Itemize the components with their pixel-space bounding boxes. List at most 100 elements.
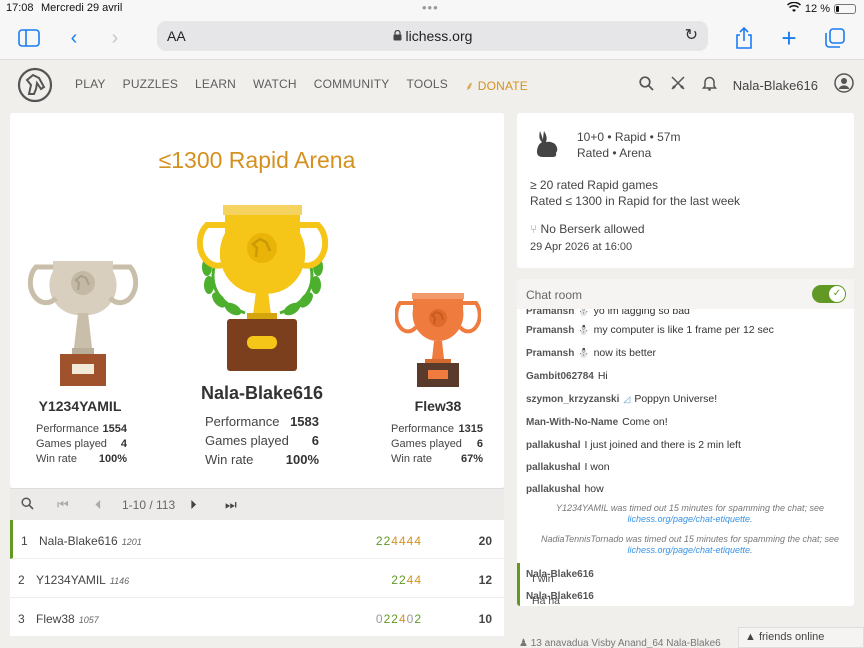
last-page-icon[interactable]: ⏭ bbox=[225, 497, 237, 513]
prev-page-icon[interactable]: ⏴ bbox=[95, 497, 102, 513]
chat-user[interactable]: Pramansh bbox=[526, 325, 574, 336]
back-icon[interactable]: ‹ bbox=[60, 24, 88, 52]
chat-user[interactable]: pallakushal bbox=[526, 440, 580, 451]
nav-learn[interactable]: LEARN bbox=[195, 77, 236, 94]
row-score: 20 bbox=[478, 534, 492, 548]
tournament-title: ≤1300 Rapid Arena bbox=[158, 147, 356, 173]
row-player[interactable]: Y1234YAMIL 1146 bbox=[36, 573, 129, 587]
row-sheet: 2244 bbox=[391, 573, 422, 587]
chat-message: Pramansh ⛄ my computer is like 1 frame per… bbox=[526, 324, 774, 336]
search-icon[interactable] bbox=[639, 75, 654, 96]
url-text: lichess.org bbox=[157, 28, 708, 44]
tournament-info-panel: 10+0 • Rapid • 57m Rated • Arena ≥ 20 ra… bbox=[517, 113, 854, 268]
third-place-stats: Performance 1315 Games played 6 Win rate 67… bbox=[391, 423, 483, 465]
chat-user[interactable]: pallakushal bbox=[526, 484, 580, 495]
row-rank: 2 bbox=[18, 573, 25, 587]
nav-puzzles[interactable]: PUZZLES bbox=[123, 77, 178, 94]
chat-title: Chat room bbox=[526, 288, 583, 302]
sheet-score: 2 bbox=[391, 612, 399, 626]
chat-message: szymon_krzyzanski ◿ Poppyn Universe! bbox=[526, 393, 718, 405]
no-berserk-icon: ⑂ bbox=[530, 222, 538, 236]
berserk-rule: ⑂ No Berserk allowed bbox=[530, 222, 645, 236]
first-page-icon[interactable]: ⏮ bbox=[57, 497, 69, 513]
chat-user[interactable]: Pramansh bbox=[526, 348, 574, 359]
battery-percent: 12 % bbox=[804, 3, 830, 15]
chat-message: pallakushal I just joined and there is 2 … bbox=[526, 439, 741, 451]
sheet-score: 0 bbox=[375, 612, 384, 626]
page-range: 1-10 / 113 bbox=[122, 498, 176, 512]
search-players-icon[interactable] bbox=[21, 497, 34, 513]
lock-icon bbox=[393, 29, 402, 41]
first-place-name[interactable]: Nala-Blake616 bbox=[160, 383, 364, 404]
sidebar-icon[interactable] bbox=[15, 24, 43, 52]
standings-table: 1 Nala-Blake616 1201 224444 20 2 Y1234YAMIL 114… bbox=[10, 520, 504, 637]
sheet-score: 4 bbox=[414, 534, 422, 548]
nav-community[interactable]: COMMUNITY bbox=[314, 77, 390, 94]
row-player[interactable]: Flew38 1057 bbox=[36, 612, 99, 626]
clock: 17:08 bbox=[6, 2, 34, 14]
chat-user[interactable]: szymon_krzyzanski bbox=[526, 394, 619, 405]
gold-trophy-icon bbox=[196, 205, 329, 371]
table-row[interactable]: 1 Nala-Blake616 1201 224444 20 bbox=[10, 520, 504, 559]
chat-message: Gambit062784 Hi bbox=[526, 370, 608, 382]
chat-messages: Pramansh ⛄ yo im lagging so bad Pramansh ⛄ my… bbox=[517, 305, 854, 606]
chat-system-notice: Y1234YAMIL was timed out 15 minutes for … bbox=[556, 503, 824, 524]
row-rank: 3 bbox=[18, 612, 25, 626]
user-menu-name[interactable]: Nala-Blake616 bbox=[733, 78, 818, 93]
chat-etiquette-link[interactable]: lichess.org/page/chat-etiquette bbox=[627, 545, 750, 555]
nav-watch[interactable]: WATCH bbox=[253, 77, 297, 94]
podium-panel: ≤1300 Rapid Arena Y1234YAMIL Performance… bbox=[10, 113, 504, 488]
multitask-dots[interactable]: ••• bbox=[422, 0, 439, 15]
sheet-score: 2 bbox=[414, 612, 422, 626]
reload-icon[interactable]: ↻ bbox=[685, 25, 698, 45]
next-page-icon[interactable]: ⏵ bbox=[190, 497, 197, 513]
chat-message: Pramansh ⛄ now its better bbox=[526, 347, 657, 359]
nav-donate[interactable]: ⸙ DONATE bbox=[465, 77, 545, 94]
browser-toolbar: ‹ › AA lichess.org ↻ + bbox=[0, 18, 864, 60]
wifi-icon bbox=[786, 1, 801, 16]
battery-icon bbox=[834, 4, 856, 14]
avatar-icon[interactable] bbox=[834, 73, 854, 98]
condition-rating: Rated ≤ 1300 in Rapid for the last week bbox=[530, 194, 741, 208]
rated-info: Rated • Arena bbox=[577, 146, 652, 160]
challenge-swords-icon[interactable] bbox=[670, 75, 686, 96]
chat-user[interactable]: Man-With-No-Name bbox=[526, 417, 618, 428]
notification-bell-icon[interactable] bbox=[701, 75, 717, 96]
table-row[interactable]: 3 Flew38 1057 022402 10 bbox=[10, 598, 504, 637]
chat-header: Chat room bbox=[517, 279, 854, 309]
sheet-score: 2 bbox=[375, 534, 384, 548]
rabbit-icon bbox=[537, 131, 558, 157]
third-place-name[interactable]: Flew38 bbox=[388, 398, 488, 414]
date: Mercredi 29 avril bbox=[41, 2, 123, 14]
address-bar[interactable]: AA lichess.org ↻ bbox=[157, 21, 708, 51]
chat-toggle[interactable] bbox=[812, 285, 846, 303]
friends-online-button[interactable]: ▲ friends online bbox=[738, 627, 864, 648]
chat-message-own: Nala-Blake616 I win bbox=[517, 563, 854, 585]
lichess-logo-icon[interactable] bbox=[17, 67, 53, 103]
second-place-name[interactable]: Y1234YAMIL bbox=[30, 398, 130, 414]
caret-up-icon: ▲ bbox=[745, 631, 756, 643]
forward-icon[interactable]: › bbox=[101, 24, 129, 52]
site-header: PLAY PUZZLES LEARN WATCH COMMUNITY TOOLS… bbox=[0, 60, 864, 110]
share-icon[interactable] bbox=[730, 24, 758, 52]
chat-user[interactable]: Gambit062784 bbox=[526, 371, 594, 382]
chat-user[interactable]: pallakushal bbox=[526, 462, 580, 473]
chat-etiquette-link[interactable]: lichess.org/page/chat-etiquette bbox=[627, 514, 750, 524]
nav-tools[interactable]: TOOLS bbox=[407, 77, 448, 94]
row-score: 10 bbox=[478, 612, 492, 626]
main-nav: PLAY PUZZLES LEARN WATCH COMMUNITY TOOLS… bbox=[75, 77, 562, 94]
clock-info: 10+0 • Rapid • 57m bbox=[577, 130, 681, 144]
tabs-icon[interactable] bbox=[821, 24, 849, 52]
flair-icon: ⛄ bbox=[578, 325, 590, 335]
table-row[interactable]: 2 Y1234YAMIL 1146 2244 12 bbox=[10, 559, 504, 598]
new-tab-icon[interactable]: + bbox=[775, 24, 803, 52]
row-score: 12 bbox=[478, 573, 492, 587]
featured-players-partial: ♟ 13 anavadua Visby Anand_64 Nala-Blake6 bbox=[519, 638, 721, 648]
players-icon: ♟ bbox=[519, 638, 528, 648]
chat-message: pallakushal I won bbox=[526, 461, 610, 473]
second-place-stats: Performance 1554 Games played 4 Win rate 10… bbox=[36, 423, 127, 465]
flair-icon: ⛄ bbox=[578, 348, 590, 358]
nav-play[interactable]: PLAY bbox=[75, 77, 106, 94]
sheet-score: 4 bbox=[414, 573, 422, 587]
row-player[interactable]: Nala-Blake616 1201 bbox=[39, 534, 142, 548]
